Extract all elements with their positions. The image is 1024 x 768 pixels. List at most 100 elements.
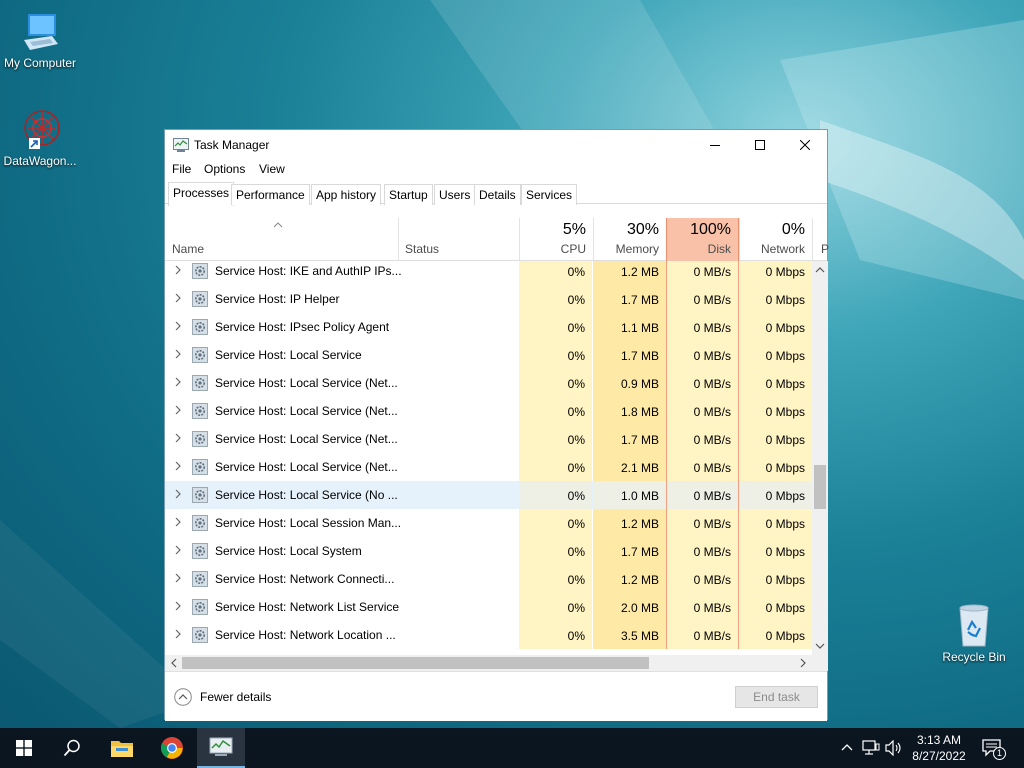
network-value: 0 Mbps bbox=[739, 481, 812, 509]
network-value: 0 Mbps bbox=[739, 285, 812, 313]
desktop-icon-my-computer[interactable]: My Computer bbox=[0, 10, 80, 70]
memory-value: 2.0 MB bbox=[593, 593, 666, 621]
process-row[interactable]: Service Host: IKE and AuthIP IPs... 0% 1.2… bbox=[165, 261, 812, 285]
expand-chevron-icon[interactable] bbox=[174, 376, 182, 388]
network-value: 0 Mbps bbox=[739, 369, 812, 397]
process-name: Service Host: Local Service bbox=[215, 348, 362, 362]
task-manager-taskbar-button[interactable] bbox=[197, 728, 245, 768]
expand-chevron-icon[interactable] bbox=[174, 628, 182, 640]
fewer-details-label: Fewer details bbox=[200, 690, 272, 704]
window-title: Task Manager bbox=[194, 138, 270, 152]
vertical-scrollbar[interactable] bbox=[812, 261, 828, 655]
menu-file[interactable]: File bbox=[172, 162, 191, 176]
maximize-button[interactable] bbox=[737, 130, 783, 159]
process-row[interactable]: Service Host: Local Service (No ... 0% 1.0… bbox=[165, 481, 812, 509]
menu-options[interactable]: Options bbox=[204, 162, 245, 176]
expand-chevron-icon[interactable] bbox=[174, 516, 182, 528]
network-icon[interactable] bbox=[862, 740, 880, 756]
process-row[interactable]: Service Host: IP Helper 0% 1.7 MB 0 MB/s 0 M… bbox=[165, 285, 812, 313]
expand-chevron-icon[interactable] bbox=[174, 460, 182, 472]
expand-chevron-icon[interactable] bbox=[174, 348, 182, 360]
disk-value: 0 MB/s bbox=[666, 481, 739, 509]
vertical-scroll-thumb[interactable] bbox=[814, 465, 826, 509]
desktop-icon-datawagon[interactable]: DataWagon... bbox=[0, 108, 80, 168]
search-button[interactable] bbox=[48, 728, 96, 768]
column-memory[interactable]: 30% Memory bbox=[593, 218, 666, 261]
scroll-up-icon[interactable] bbox=[812, 263, 828, 277]
disk-value: 0 MB/s bbox=[666, 621, 739, 649]
service-gear-icon bbox=[192, 571, 208, 587]
tab-users[interactable]: Users bbox=[434, 184, 476, 205]
disk-value: 0 MB/s bbox=[666, 425, 739, 453]
fewer-details-button[interactable]: Fewer details bbox=[174, 688, 271, 706]
service-gear-icon bbox=[192, 459, 208, 475]
end-task-button[interactable]: End task bbox=[735, 686, 818, 708]
expand-chevron-icon[interactable] bbox=[174, 264, 182, 276]
tab-startup[interactable]: Startup bbox=[384, 184, 433, 205]
horizontal-scroll-thumb[interactable] bbox=[182, 657, 649, 669]
minimize-button[interactable] bbox=[692, 130, 738, 159]
process-name: Service Host: Local Service (Net... bbox=[215, 460, 398, 474]
network-value: 0 Mbps bbox=[739, 509, 812, 537]
menu-bar: File Options View bbox=[165, 160, 827, 180]
volume-icon[interactable] bbox=[885, 740, 903, 756]
task-manager-icon bbox=[209, 737, 233, 756]
tab-app-history[interactable]: App history bbox=[311, 184, 382, 205]
expand-chevron-icon[interactable] bbox=[174, 600, 182, 612]
process-row[interactable]: Service Host: IPsec Policy Agent 0% 1.1 MB… bbox=[165, 313, 812, 341]
network-value: 0 Mbps bbox=[739, 593, 812, 621]
process-row[interactable]: Service Host: Local Session Man... 0% 1.2 … bbox=[165, 509, 812, 537]
process-row[interactable]: Service Host: Network Location ... 0% 3.5 … bbox=[165, 621, 812, 649]
scroll-left-icon[interactable] bbox=[167, 655, 181, 671]
horizontal-scrollbar[interactable] bbox=[165, 655, 812, 671]
expand-chevron-icon[interactable] bbox=[174, 488, 182, 500]
column-name[interactable]: Name bbox=[172, 242, 204, 256]
search-icon bbox=[63, 739, 80, 757]
expand-chevron-icon[interactable] bbox=[174, 432, 182, 444]
notification-center-button[interactable]: 1 bbox=[980, 737, 1008, 761]
process-row[interactable]: Service Host: Local System 0% 1.7 MB 0 MB/s… bbox=[165, 537, 812, 565]
column-network[interactable]: 0% Network bbox=[739, 218, 812, 261]
process-row[interactable]: Service Host: Local Service 0% 1.7 MB 0 MB/… bbox=[165, 341, 812, 369]
column-status[interactable]: Status bbox=[405, 242, 439, 256]
desktop-icon-recycle-bin[interactable]: Recycle Bin bbox=[934, 602, 1014, 664]
tab-performance[interactable]: Performance bbox=[231, 184, 310, 205]
scroll-right-icon[interactable] bbox=[796, 655, 810, 671]
notification-count-badge: 1 bbox=[993, 747, 1006, 760]
memory-value: 1.8 MB bbox=[593, 397, 666, 425]
expand-chevron-icon[interactable] bbox=[174, 320, 182, 332]
expand-chevron-icon[interactable] bbox=[174, 572, 182, 584]
tab-details[interactable]: Details bbox=[474, 184, 521, 205]
cpu-value: 0% bbox=[519, 593, 592, 621]
expand-chevron-icon[interactable] bbox=[174, 404, 182, 416]
expand-chevron-icon[interactable] bbox=[174, 544, 182, 556]
process-row[interactable]: Service Host: Network List Service 0% 2.0 … bbox=[165, 593, 812, 621]
sort-arrow-icon bbox=[273, 222, 283, 228]
process-row[interactable]: Service Host: Local Service (Net... 0% 0.9… bbox=[165, 369, 812, 397]
network-percent: 0% bbox=[781, 221, 805, 238]
title-bar[interactable]: Task Manager bbox=[165, 130, 827, 160]
menu-view[interactable]: View bbox=[259, 162, 285, 176]
taskbar-clock[interactable]: 3:13 AM 8/27/2022 bbox=[904, 732, 974, 764]
scroll-down-icon[interactable] bbox=[812, 639, 828, 653]
chrome-button[interactable] bbox=[148, 728, 196, 768]
file-explorer-button[interactable] bbox=[98, 728, 146, 768]
chevron-up-icon[interactable] bbox=[840, 741, 854, 755]
column-next[interactable]: P bbox=[812, 218, 829, 261]
close-button[interactable] bbox=[782, 130, 828, 159]
expand-chevron-icon[interactable] bbox=[174, 292, 182, 304]
tab-processes[interactable]: Processes bbox=[168, 182, 235, 206]
column-cpu[interactable]: 5% CPU bbox=[519, 218, 593, 261]
process-row[interactable]: Service Host: Local Service (Net... 0% 2.1… bbox=[165, 453, 812, 481]
tab-services[interactable]: Services bbox=[521, 184, 578, 205]
process-row[interactable]: Service Host: Local Service (Net... 0% 1.7… bbox=[165, 425, 812, 453]
process-row[interactable]: Service Host: Network Connecti... 0% 1.2 M… bbox=[165, 565, 812, 593]
cpu-value: 0% bbox=[519, 453, 592, 481]
network-value: 0 Mbps bbox=[739, 313, 812, 341]
memory-value: 1.2 MB bbox=[593, 261, 666, 285]
desktop-icon-label: Recycle Bin bbox=[942, 650, 1006, 664]
start-button[interactable] bbox=[0, 728, 48, 768]
service-gear-icon bbox=[192, 515, 208, 531]
column-disk[interactable]: 100% Disk bbox=[666, 218, 739, 261]
process-row[interactable]: Service Host: Local Service (Net... 0% 1.8… bbox=[165, 397, 812, 425]
